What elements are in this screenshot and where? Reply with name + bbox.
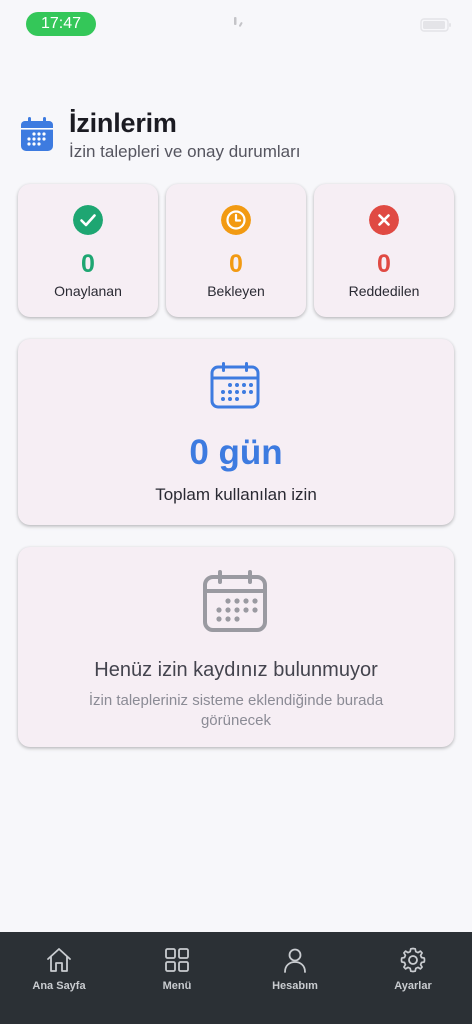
- nav-item-account[interactable]: Hesabım: [236, 932, 354, 1024]
- activity-indicator-icon: [234, 17, 243, 27]
- calendar-icon: [21, 117, 53, 151]
- nav-label-home: Ana Sayfa: [32, 980, 86, 992]
- x-circle-icon: [369, 205, 399, 235]
- calendar-icon: [210, 362, 260, 409]
- calendar-icon: [203, 570, 267, 632]
- nav-item-menu[interactable]: Menü: [118, 932, 236, 1024]
- check-circle-icon: [73, 205, 103, 235]
- stat-card-rejected[interactable]: 0 Reddedilen: [314, 184, 454, 317]
- rejected-count: 0: [377, 250, 391, 278]
- battery-icon: [420, 18, 451, 32]
- clock-icon: [221, 205, 251, 235]
- nav-label-settings: Ayarlar: [394, 980, 432, 992]
- status-bar: 17:47: [0, 0, 472, 48]
- page-subtitle: İzin talepleri ve onay durumları: [69, 142, 301, 161]
- rejected-label: Reddedilen: [348, 283, 420, 299]
- gear-icon: [400, 947, 426, 973]
- empty-state-title: Henüz izin kaydınız bulunmuyor: [94, 659, 378, 681]
- stat-card-approved[interactable]: 0 Onaylanan: [18, 184, 158, 317]
- nav-item-settings[interactable]: Ayarlar: [354, 932, 472, 1024]
- user-icon: [284, 948, 306, 973]
- nav-label-account: Hesabım: [272, 980, 318, 992]
- total-days-label: Toplam kullanılan izin: [155, 485, 317, 504]
- screen: 17:47 İzinlerim İzin talepleri ve onay d…: [0, 0, 472, 1024]
- page-header: İzinlerim İzin talepleri ve onay durumla…: [20, 104, 450, 174]
- status-time: 17:47: [26, 12, 96, 36]
- nav-item-home[interactable]: Ana Sayfa: [0, 932, 118, 1024]
- pending-count: 0: [229, 250, 243, 278]
- nav-label-menu: Menü: [162, 980, 192, 992]
- approved-label: Onaylanan: [54, 283, 122, 299]
- total-days-value: 0 gün: [189, 433, 283, 472]
- page-title: İzinlerim: [69, 108, 177, 138]
- bottom-navigation: Ana Sayfa Menü Hesabım Ayarlar: [0, 932, 472, 1024]
- home-icon: [47, 948, 71, 972]
- empty-state-card: Henüz izin kaydınız bulunmuyor İzin tale…: [18, 547, 454, 747]
- empty-state-description: İzin talepleriniz sisteme eklendiğinde b…: [88, 692, 384, 729]
- grid-icon: [165, 948, 189, 972]
- pending-label: Bekleyen: [207, 283, 265, 299]
- total-leave-card: 0 gün Toplam kullanılan izin: [18, 339, 454, 525]
- approved-count: 0: [81, 250, 95, 278]
- stat-card-pending[interactable]: 0 Bekleyen: [166, 184, 306, 317]
